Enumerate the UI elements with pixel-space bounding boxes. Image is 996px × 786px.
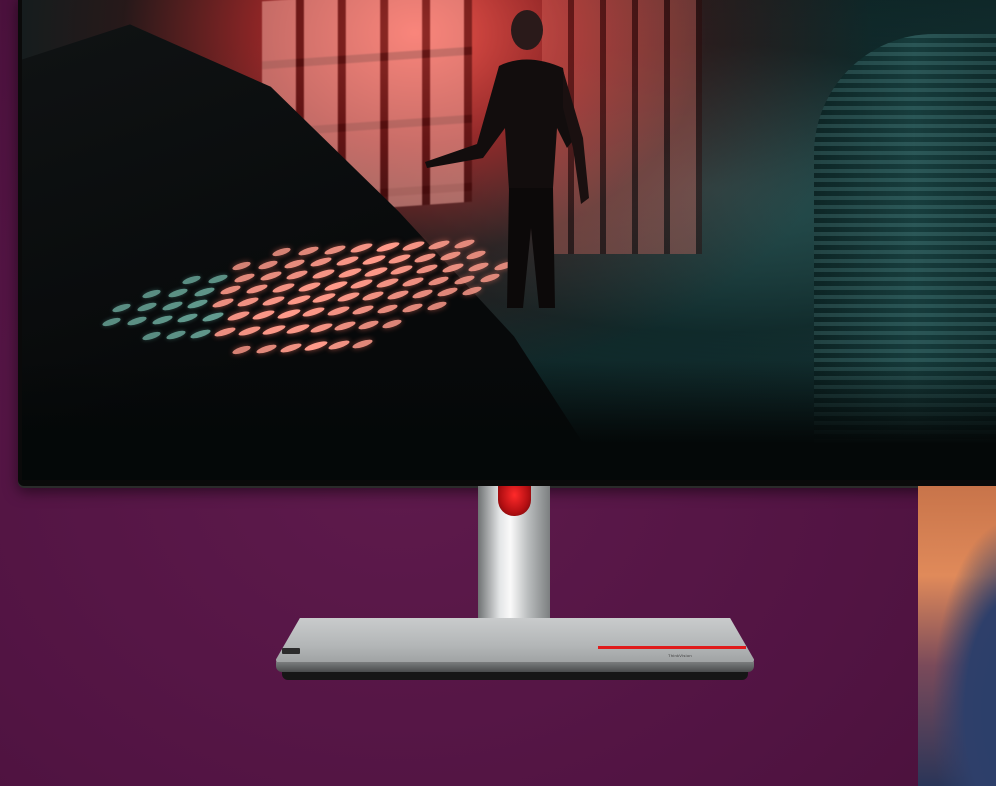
floor-shadow [22,360,996,480]
red-accent-stripe [598,646,746,649]
base-edge [276,662,754,672]
person-silhouette [425,10,589,308]
brand-label: ThinkVision [668,653,692,658]
cable-hole [498,486,531,516]
corner-image-fragment [918,486,996,786]
stand-base: ThinkVision [276,618,754,680]
screen-image [22,0,996,480]
base-logo [282,648,300,654]
monitor-display [18,0,996,486]
base-foot [282,672,748,680]
